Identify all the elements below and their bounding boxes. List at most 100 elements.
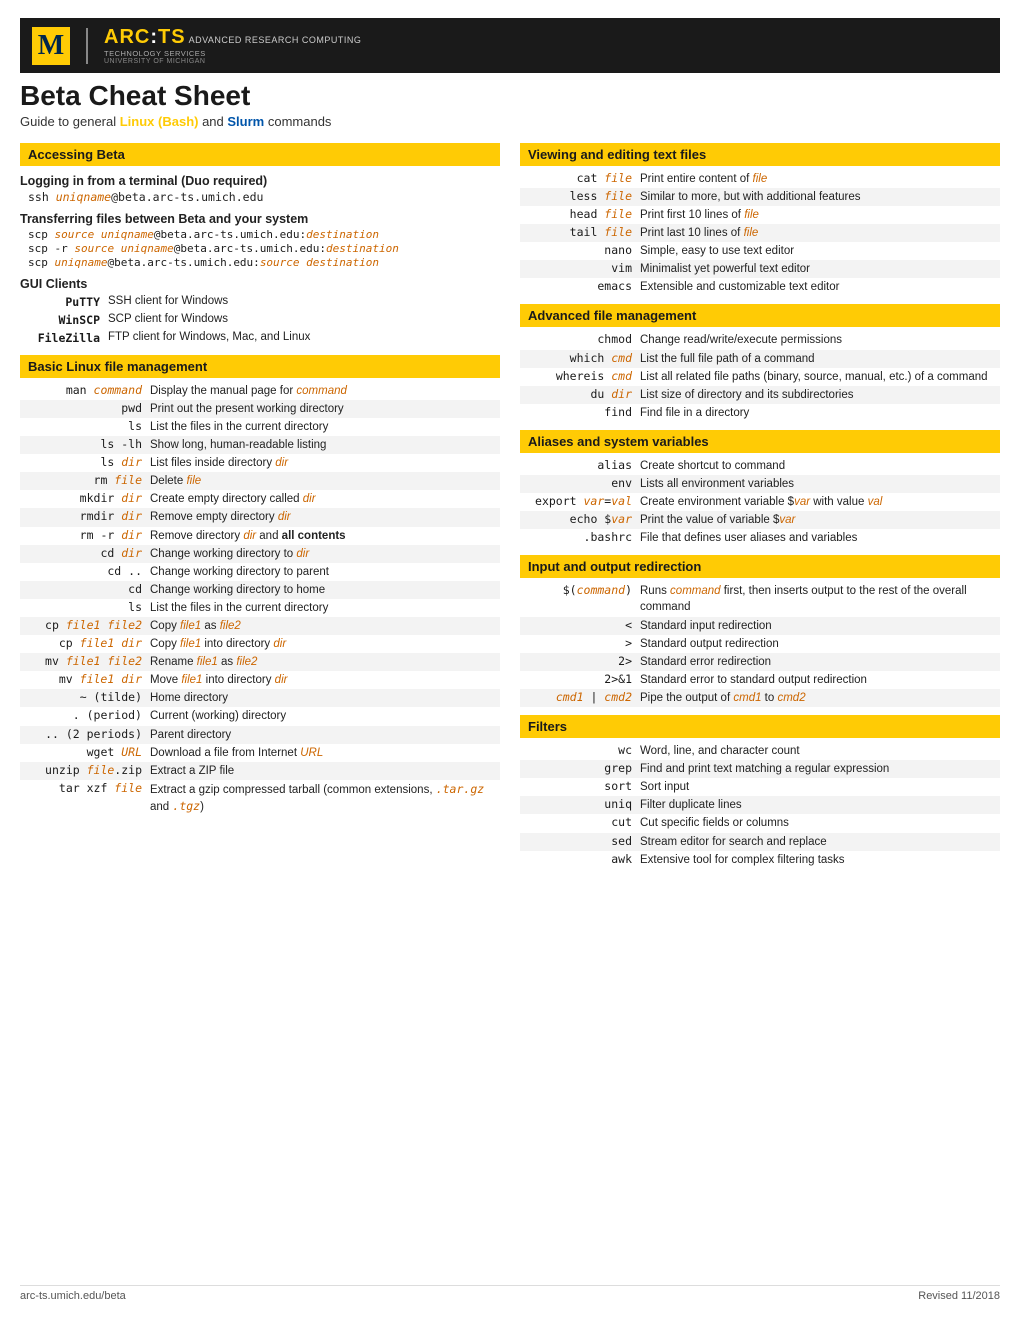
scp3-prefix: scp [28, 256, 55, 269]
cmd-tar-tgz: .tgz [172, 799, 200, 813]
cmd-wget-desc: Download a file from Internet URL [150, 745, 500, 761]
ssh-suffix: @beta.arc-ts.umich.edu [111, 190, 263, 204]
cmd-nano-desc: Simple, easy to use text editor [640, 243, 1000, 259]
cmd-stderr-desc: Standard error redirection [640, 654, 1000, 670]
cmd-mv-f2-var: file2 [107, 654, 142, 668]
cmd-rm-r-bold: all contents [282, 530, 346, 542]
cmd-ls-lh: ls -lh Show long, human-readable listing [20, 436, 500, 454]
cmd-stdin-desc: Standard input redirection [640, 618, 1000, 634]
logo-advanced: ADVANCED RESEARCH COMPUTING [189, 35, 362, 45]
cmd-cp-file2-desc-var: file2 [220, 620, 241, 632]
cmd-mv-f2-desc-var: file2 [236, 656, 257, 668]
cmd-period: . (period) Current (working) directory [20, 707, 500, 725]
cmd-stdout: > Standard output redirection [520, 635, 1000, 653]
cmd-less-desc: Similar to more, but with additional fea… [640, 189, 1000, 205]
cmd-2periods: .. (2 periods) Parent directory [20, 726, 500, 744]
cmd-which-cmd: which cmd [520, 351, 640, 365]
cmd-rm-desc-var: file [186, 475, 201, 487]
cmd-pwd: pwd Print out the present working direct… [20, 400, 500, 418]
cmd-bashrc-cmd: .bashrc [520, 530, 640, 544]
scp3-mid: @beta.arc-ts.umich.edu: [107, 256, 259, 269]
cmd-pipe: cmd1 | cmd2 Pipe the output of cmd1 to c… [520, 689, 1000, 707]
cmd-rmdir: rmdir dir Remove empty directory dir [20, 508, 500, 526]
cmd-pwd-desc: Print out the present working directory [150, 401, 500, 417]
cmd-cp-file1-desc-var: file1 [180, 620, 201, 632]
scp2-prefix: scp -r [28, 242, 74, 255]
gui-filezilla-name: FileZilla [28, 331, 108, 345]
cmd-sort-cmd: sort [520, 779, 640, 793]
gui-clients-table: PuTTY SSH client for Windows WinSCP SCP … [28, 293, 500, 347]
scp3-var1: uniqname [55, 256, 108, 269]
cmd-export-desc: Create environment variable $var with va… [640, 494, 1000, 510]
gui-putty: PuTTY SSH client for Windows [28, 293, 500, 311]
cmd-cut: cut Cut specific fields or columns [520, 814, 1000, 832]
cmd-du-var: dir [611, 387, 632, 401]
cmd-rm-r-var: dir [121, 528, 142, 542]
cmd-wget-url-var: URL [300, 747, 323, 759]
section-aliases: Aliases and system variables [520, 430, 1000, 453]
cmd-ls-lh-cmd: ls -lh [20, 437, 150, 451]
cmd-tilde-cmd: ~ (tilde) [20, 690, 150, 704]
footer-revised: Revised 11/2018 [918, 1290, 1000, 1302]
cmd-man-cmd: man command [20, 383, 150, 397]
cmd-mv-f1-desc-var: file1 [197, 656, 218, 668]
cmd-subshell-var: command [577, 583, 625, 597]
cmd-cp-f1d-var: file1 [80, 636, 115, 650]
cmd-ls2-cmd: ls [20, 600, 150, 614]
cmd-subshell-desc: Runs command first, then inserts output … [640, 583, 1000, 615]
cmd-which: which cmd List the full file path of a c… [520, 350, 1000, 368]
scp2-var2: destination [326, 242, 399, 255]
cmd-tar-cmd: tar xzf file [20, 781, 150, 795]
scp1-var2: destination [306, 228, 379, 241]
gui-putty-desc: SSH client for Windows [108, 295, 228, 309]
cmd-wc-desc: Word, line, and character count [640, 743, 1000, 759]
cmd-cut-cmd: cut [520, 815, 640, 829]
right-column: Viewing and editing text files cat file … [520, 135, 1000, 1275]
cmd-alias: alias Create shortcut to command [520, 457, 1000, 475]
cmd-sort: sort Sort input [520, 778, 1000, 796]
cmd-cp-f2-var: file2 [107, 618, 142, 632]
header-logo: M ARC:TS ADVANCED RESEARCH COMPUTING TEC… [32, 26, 361, 65]
footer-url: arc-ts.umich.edu/beta [20, 1290, 126, 1302]
scp1-mid: @beta.arc-ts.umich.edu: [154, 228, 306, 241]
cmd-stderr-stdout-desc: Standard error to standard output redire… [640, 672, 1000, 688]
cmd-awk: awk Extensive tool for complex filtering… [520, 851, 1000, 869]
cmd-rm-desc: Delete file [150, 473, 500, 489]
cmd-cat-cmd: cat file [520, 171, 640, 185]
cmd-export-cmd: export var=val [520, 494, 640, 508]
gui-filezilla: FileZilla FTP client for Windows, Mac, a… [28, 329, 500, 347]
cmd-vim-desc: Minimalist yet powerful text editor [640, 261, 1000, 277]
login-title: Logging in from a terminal (Duo required… [20, 174, 500, 188]
cmd-rm-cmd: rm file [20, 473, 150, 487]
cmd-cd-home-desc: Change working directory to home [150, 582, 500, 598]
cmd-cp-f1d-desc-var: file1 [180, 638, 201, 650]
cmd-which-desc: List the full file path of a command [640, 351, 1000, 367]
cmd-emacs-cmd: emacs [520, 279, 640, 293]
cmd-cp-f1-f2: cp file1 file2 Copy file1 as file2 [20, 617, 500, 635]
left-column: Accessing Beta Logging in from a termina… [20, 135, 500, 1275]
cmd-tail-var: file [604, 225, 632, 239]
cmd-whereis-desc: List all related file paths (binary, sou… [640, 369, 1000, 385]
cmd-nano-cmd: nano [520, 243, 640, 257]
cmd-ls-dir-desc: List files inside directory dir [150, 455, 500, 471]
logo-arcts: ARC:TS ADVANCED RESEARCH COMPUTING TECHN… [104, 26, 361, 65]
cmd-pipe-var1: cmd1 [556, 690, 584, 704]
cmd-cd-parent-cmd: cd .. [20, 564, 150, 578]
cmd-stdout-cmd: > [520, 636, 640, 650]
subtitle-slurm: Slurm [227, 114, 264, 129]
cmd-man-desc: Display the manual page for command [150, 383, 500, 399]
cmd-stderr-stdout-cmd: 2>&1 [520, 672, 640, 686]
login-command: ssh uniqname@beta.arc-ts.umich.edu [28, 190, 500, 204]
cmd-grep-cmd: grep [520, 761, 640, 775]
cmd-cp-f1-dir-desc: Copy file1 into directory dir [150, 636, 500, 652]
cmd-mkdir-cmd: mkdir dir [20, 491, 150, 505]
cmd-rm-r-desc-var: dir [243, 530, 256, 542]
cmd-tilde-desc: Home directory [150, 690, 500, 706]
cmd-stderr: 2> Standard error redirection [520, 653, 1000, 671]
cmd-head-cmd: head file [520, 207, 640, 221]
cmd-head-desc: Print first 10 lines of file [640, 207, 1000, 223]
cmd-ls-cmd: ls [20, 419, 150, 433]
cmd-tail-cmd: tail file [520, 225, 640, 239]
gui-putty-name: PuTTY [28, 295, 108, 309]
cmd-mkdir-desc-var: dir [303, 493, 316, 505]
